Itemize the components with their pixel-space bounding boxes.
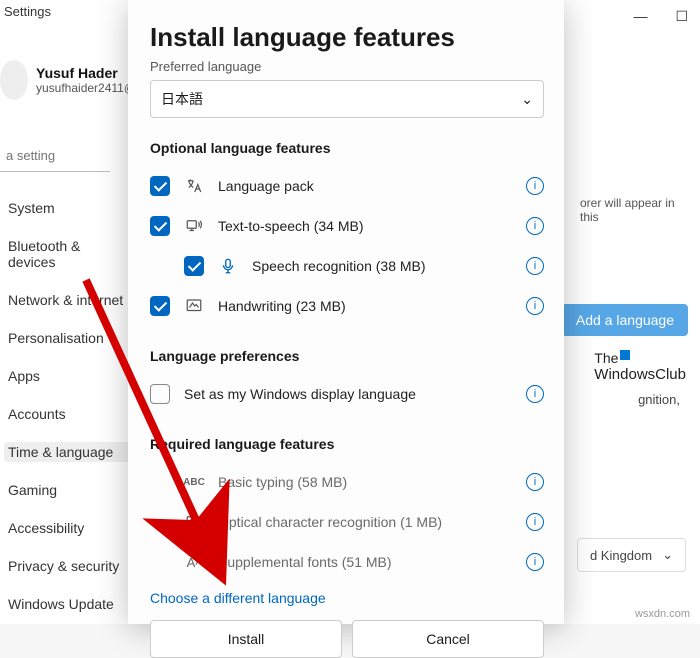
pref-display-language: Set as my Windows display language i	[150, 374, 544, 414]
opt-handwriting: Handwriting (23 MB) i	[150, 286, 544, 326]
nav-windows-update[interactable]: Windows Update	[8, 596, 128, 612]
install-language-dialog: Install language features Preferred lang…	[128, 0, 564, 624]
country-select[interactable]: d Kingdom ⌄	[577, 538, 686, 572]
microphone-icon	[218, 256, 238, 276]
opt-label: Handwriting (23 MB)	[218, 298, 512, 314]
nav-privacy[interactable]: Privacy & security	[8, 558, 128, 574]
font-icon: AA	[184, 552, 204, 572]
req-fonts: AA Supplemental fonts (51 MB) i	[150, 542, 544, 582]
opt-label: Speech recognition (38 MB)	[252, 258, 512, 274]
nav-gaming[interactable]: Gaming	[8, 482, 128, 498]
opt-tts: Text-to-speech (34 MB) i	[150, 206, 544, 246]
pref-label: Set as my Windows display language	[184, 386, 512, 402]
info-icon[interactable]: i	[526, 473, 544, 491]
nav-system[interactable]: System	[8, 200, 128, 216]
nav-personalisation[interactable]: Personalisation	[8, 330, 128, 346]
maximize-icon[interactable]: ☐	[675, 8, 688, 25]
info-icon[interactable]: i	[526, 217, 544, 235]
windowsclub-logo: The WindowsClub	[594, 350, 686, 383]
checkbox-handwriting[interactable]	[150, 296, 170, 316]
minimize-icon[interactable]: ―	[633, 8, 647, 25]
side-nav: System Bluetooth & devices Network & int…	[8, 200, 128, 612]
info-icon[interactable]: i	[526, 553, 544, 571]
checkbox-language-pack[interactable]	[150, 176, 170, 196]
req-header: Required language features	[150, 436, 544, 452]
prefs-header: Language preferences	[150, 348, 544, 364]
info-icon[interactable]: i	[526, 297, 544, 315]
install-button[interactable]: Install	[150, 620, 342, 658]
choose-different-language-link[interactable]: Choose a different language	[150, 590, 544, 606]
req-label: Optical character recognition (1 MB)	[218, 514, 512, 530]
window-controls: ― ☐	[633, 8, 688, 25]
req-basic-typing: ABC Basic typing (58 MB) i	[150, 462, 544, 502]
bg-hint: orer will appear in this	[580, 196, 690, 224]
window-title: Settings	[4, 4, 51, 19]
req-label: Supplemental fonts (51 MB)	[218, 554, 512, 570]
language-pack-icon	[184, 176, 204, 196]
chevron-down-icon: ⌄	[662, 547, 673, 563]
checkbox-display-language[interactable]	[150, 384, 170, 404]
watermark: wsxdn.com	[635, 608, 690, 620]
req-ocr: Optical character recognition (1 MB) i	[150, 502, 544, 542]
bg-text: gnition,	[638, 392, 680, 407]
info-icon[interactable]: i	[526, 385, 544, 403]
tts-icon	[184, 216, 204, 236]
checkbox-tts[interactable]	[150, 216, 170, 236]
nav-time-language[interactable]: Time & language	[4, 442, 132, 462]
abc-icon: ABC	[184, 472, 204, 492]
user-block: Yusuf Hader yusufhaider2411@	[0, 60, 136, 100]
search-input[interactable]	[0, 140, 110, 172]
ocr-icon	[184, 512, 204, 532]
opt-language-pack: Language pack i	[150, 166, 544, 206]
checkbox-speech[interactable]	[184, 256, 204, 276]
nav-apps[interactable]: Apps	[8, 368, 128, 384]
pref-language-select[interactable]: 日本語 ⌄	[150, 80, 544, 118]
square-icon	[620, 350, 630, 360]
nav-bluetooth[interactable]: Bluetooth & devices	[8, 238, 128, 270]
req-label: Basic typing (58 MB)	[218, 474, 512, 490]
dialog-title: Install language features	[150, 22, 544, 53]
pref-language-label: Preferred language	[150, 59, 544, 74]
info-icon[interactable]: i	[526, 513, 544, 531]
chevron-down-icon: ⌄	[521, 91, 533, 108]
opt-label: Text-to-speech (34 MB)	[218, 218, 512, 234]
optional-header: Optional language features	[150, 140, 544, 156]
nav-accessibility[interactable]: Accessibility	[8, 520, 128, 536]
nav-accounts[interactable]: Accounts	[8, 406, 128, 422]
cancel-button[interactable]: Cancel	[352, 620, 544, 658]
info-icon[interactable]: i	[526, 257, 544, 275]
opt-label: Language pack	[218, 178, 512, 194]
avatar	[0, 60, 28, 100]
handwriting-icon	[184, 296, 204, 316]
add-language-button[interactable]: Add a language	[562, 304, 688, 336]
nav-network[interactable]: Network & internet	[8, 292, 128, 308]
user-email: yusufhaider2411@	[36, 81, 136, 95]
opt-speech-recognition: Speech recognition (38 MB) i	[150, 246, 544, 286]
info-icon[interactable]: i	[526, 177, 544, 195]
user-name: Yusuf Hader	[36, 65, 136, 81]
